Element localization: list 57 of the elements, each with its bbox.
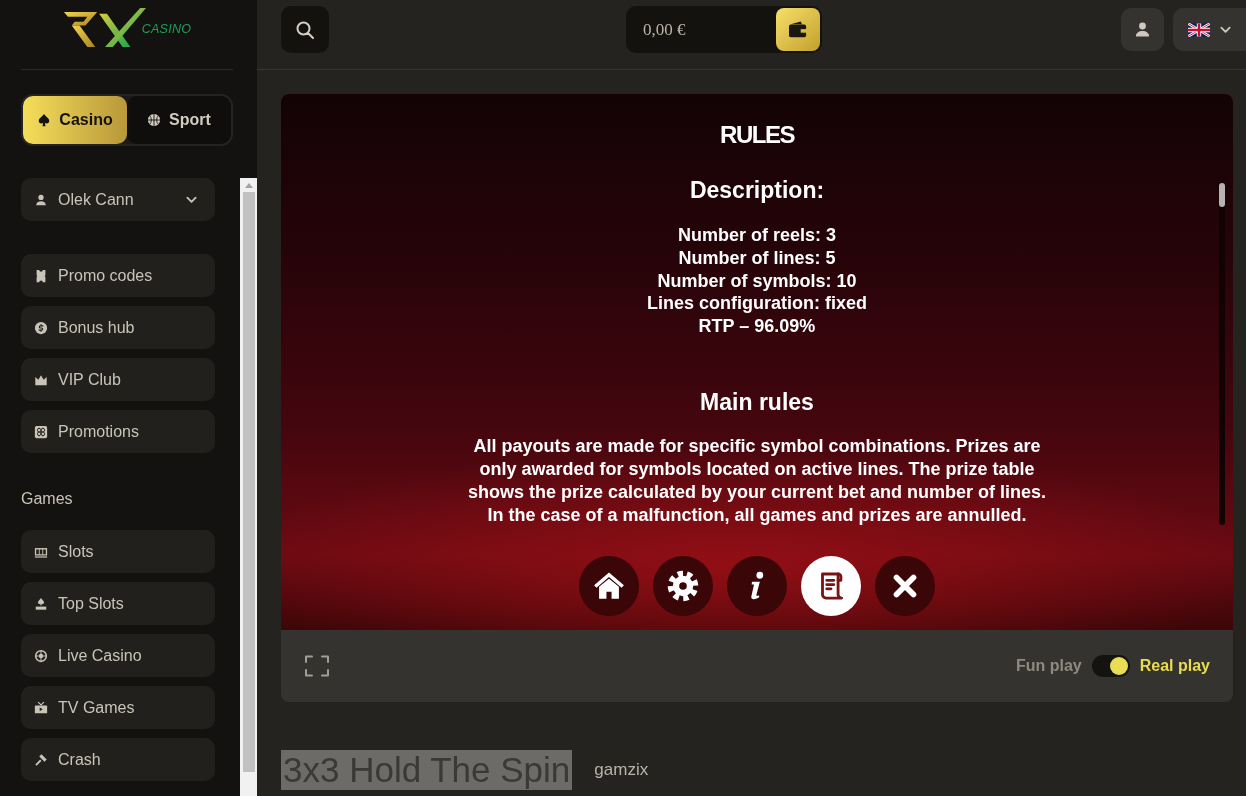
- rules-paragraph: All payouts are made for specific symbol combinations. Prizes are only awarded for symbols located on active lines. The prize table shows the prize calculated by your current bet and number of lines. In the case of a malfunction, all games and prizes are annulled.: [467, 435, 1047, 527]
- spade-icon: [37, 113, 52, 127]
- sidebar-item[interactable]: Top Slots: [21, 582, 215, 625]
- fullscreen-icon: [305, 655, 329, 677]
- description-line: Number of symbols: 10: [657, 269, 857, 293]
- ball-icon: [147, 113, 162, 127]
- user-icon: [34, 192, 48, 207]
- mode-label: Fun play: [1015, 657, 1082, 675]
- sidebar-item[interactable]: Slots: [21, 530, 215, 573]
- sidebar-item[interactable]: TV Games: [21, 686, 215, 729]
- sidebar-item[interactable]: Bonus hub: [21, 306, 215, 349]
- clover-tile-icon: [34, 424, 48, 439]
- rules-title: Main rules: [700, 388, 814, 416]
- game-menu-button[interactable]: [653, 556, 713, 616]
- dollar-coin-icon: [34, 320, 48, 335]
- flag-icon: [1188, 22, 1210, 37]
- account-button[interactable]: [1121, 8, 1164, 51]
- description-line: Lines configuration: fixed: [647, 292, 867, 316]
- hammer-icon: [34, 752, 48, 767]
- sidebar-item[interactable]: Live Casino: [21, 634, 215, 677]
- description-line: RTP – 96.09%: [698, 315, 816, 338]
- mode-label: Real play: [1139, 657, 1210, 675]
- description-title: Description:: [689, 176, 825, 204]
- sidebar-item[interactable]: Crash: [21, 738, 215, 781]
- scrollbar[interactable]: [240, 178, 257, 796]
- rules-heading: RULES: [720, 120, 794, 150]
- tv-icon: [34, 700, 48, 715]
- roulette-icon: [34, 648, 48, 663]
- mode-tab[interactable]: Sport: [127, 96, 231, 144]
- section-title: Games: [21, 489, 74, 509]
- logo-text: CASINO: [141, 22, 192, 36]
- search-icon: [295, 19, 315, 40]
- sidebar-item[interactable]: VIP Club: [21, 358, 215, 401]
- play-mode-toggle[interactable]: [1091, 655, 1130, 677]
- balance-amount: 0,00 €: [643, 19, 686, 40]
- game-menu-button[interactable]: [727, 556, 787, 616]
- fullscreen-button[interactable]: [305, 655, 329, 677]
- user-icon: [1134, 21, 1151, 38]
- game-menu-button[interactable]: [801, 556, 861, 616]
- sidebar-item[interactable]: Promo codes: [21, 254, 215, 297]
- mode-tab[interactable]: Casino: [23, 96, 127, 144]
- spade-icon: [34, 596, 48, 611]
- game-menu-button[interactable]: [579, 556, 639, 616]
- ticket-icon: [34, 268, 48, 283]
- wallet-button[interactable]: [776, 8, 820, 51]
- language-button[interactable]: [1173, 8, 1246, 51]
- game-menu-button[interactable]: [875, 556, 935, 616]
- gear-icon: [666, 569, 700, 603]
- search-button[interactable]: [281, 6, 329, 53]
- sidebar-item[interactable]: Promotions: [21, 410, 215, 453]
- user-menu[interactable]: Olek Cann: [21, 178, 215, 221]
- wallet-icon: [788, 20, 808, 39]
- scrollbar[interactable]: [1219, 183, 1225, 525]
- provider-name: gamzix: [594, 760, 649, 780]
- description-line: Number of lines: 5: [678, 246, 836, 270]
- description-line: Number of reels: 3: [677, 224, 836, 247]
- chevron-down-icon: [1220, 25, 1231, 34]
